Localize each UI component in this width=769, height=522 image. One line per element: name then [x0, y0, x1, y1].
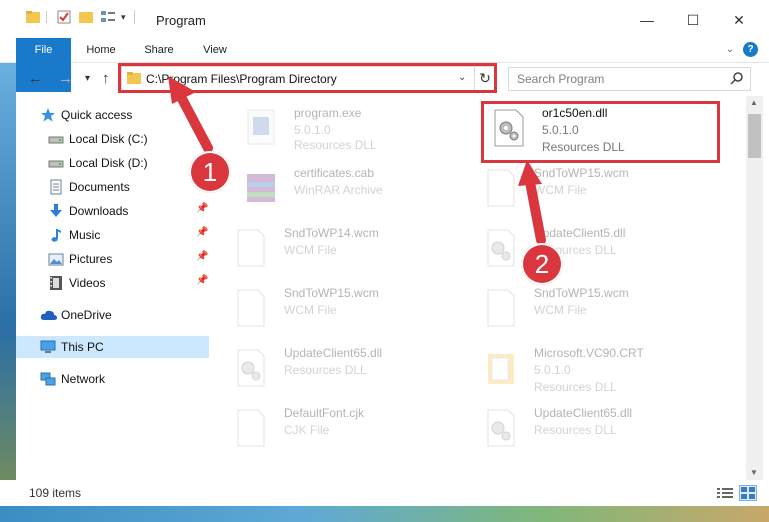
arrow-1: [168, 76, 213, 153]
annotation-arrows: [168, 76, 546, 245]
step-badge-1: 1: [189, 151, 231, 193]
explorer-window: ▾ Program — ☐ ✕ File Home Share View ⌄ ?…: [0, 0, 769, 522]
step-badge-2: 2: [521, 243, 563, 285]
arrow-2: [518, 160, 546, 245]
